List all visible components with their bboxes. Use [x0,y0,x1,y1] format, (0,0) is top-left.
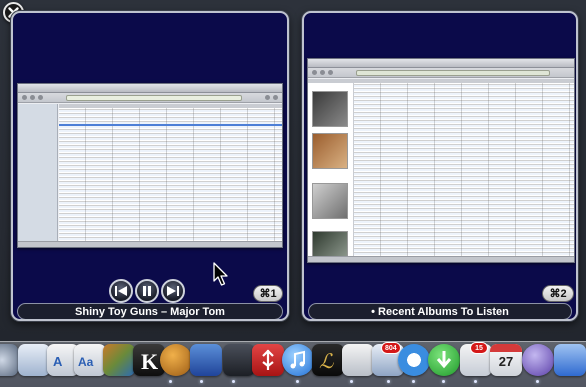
next-track-icon [167,286,179,296]
track-list [308,79,574,262]
running-indicator [169,380,172,383]
thumbnail-body [18,104,282,247]
running-indicator [442,380,445,383]
running-indicator [536,380,539,383]
svg-text:K: K [141,349,158,374]
running-indicator [296,380,299,383]
pomegranate-app-icon[interactable] [160,344,192,376]
photo-app-icon[interactable] [190,344,222,376]
svg-text:Aa: Aa [78,355,94,369]
svg-text:ℒ: ℒ [319,351,334,373]
running-indicator [200,380,203,383]
script-app-icon[interactable]: ℒ [312,344,344,376]
status-bar [308,256,574,262]
safari-icon[interactable] [398,344,430,376]
calendar-day: 27 [498,354,514,369]
ical-badge: 15 [470,342,488,354]
status-bar [18,241,282,247]
playlist-window-thumbnail[interactable] [307,58,575,263]
track-list [59,104,282,247]
shortcut-badge: ⌘2 [542,285,574,302]
pause-icon [143,286,151,296]
mouse-pointer-icon [213,262,228,286]
thumbnail-body [308,79,574,262]
window-title: • Recent Albums To Listen [308,303,572,319]
album-art-column [308,83,354,262]
font-book-icon[interactable]: Aa [74,344,106,376]
document-app-icon[interactable] [342,344,374,376]
books-icon[interactable] [103,344,135,376]
calendar-icon[interactable]: 27 [490,344,522,376]
thumbnail-toolbar [18,93,282,103]
itunes-icon[interactable] [282,344,314,376]
running-indicator [232,380,235,383]
previous-track-icon [115,286,127,296]
dock: A Aa K ℒ 804 15 27 [0,341,586,387]
running-indicator [412,380,415,383]
shortcut-badge: ⌘1 [253,285,283,302]
expose-window-2[interactable]: ⌘2 • Recent Albums To Listen [302,11,578,321]
thumbnail-titlebar [308,59,574,68]
thumbnail-titlebar [18,84,282,93]
expose-window-1[interactable]: ⌘1 Shiny Toy Guns – Major Tom [11,11,289,321]
running-indicator [387,380,390,383]
download-icon[interactable] [428,344,460,376]
thumbnail-toolbar [308,68,574,78]
source-list [18,104,58,247]
facetime-icon[interactable] [554,344,586,376]
finder-icon[interactable] [0,344,18,376]
system-utility-icon[interactable] [223,344,255,376]
svg-text:A: A [53,354,63,369]
album-art [312,91,348,127]
itunes-window-thumbnail[interactable] [17,83,283,248]
album-art [312,183,348,219]
usb-app-icon[interactable] [252,344,284,376]
window-title: Shiny Toy Guns – Major Tom [17,303,283,319]
pause-button[interactable] [135,279,159,303]
playback-controls [109,279,185,303]
album-art [312,133,348,169]
running-indicator [350,380,353,383]
running-indicator [474,380,477,383]
chat-app-icon[interactable] [522,344,554,376]
previous-track-button[interactable] [109,279,133,303]
preview-icon[interactable] [18,344,50,376]
mail-unread-badge: 804 [381,342,401,354]
next-track-button[interactable] [161,279,185,303]
